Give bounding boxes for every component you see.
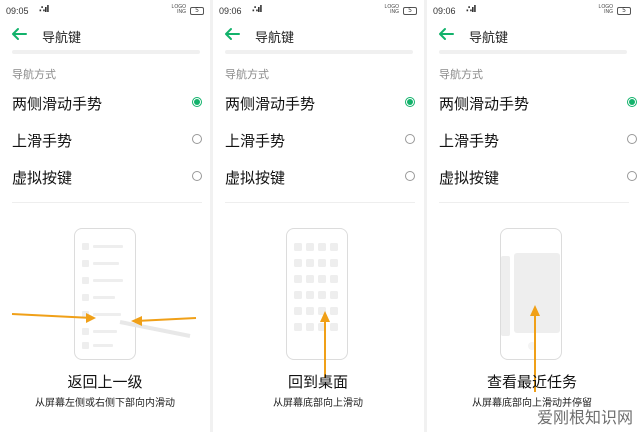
- app-icon-placeholder: [294, 259, 302, 267]
- gesture-title: 回到桌面: [287, 373, 348, 391]
- screen-panel-1: 09:05 ∴ıl LOGO ING 5 导航键 导航方式 两侧滑动手势 上滑手势…: [0, 0, 210, 432]
- gesture-description: 从屏幕左侧或右侧下部向内滑动: [35, 398, 175, 409]
- app-icon-placeholder: [306, 275, 314, 283]
- app-icon-placeholder: [294, 307, 302, 315]
- gesture-description: 从屏幕底部向上滑动: [273, 398, 363, 409]
- app-icon-placeholder: [294, 323, 302, 331]
- recents-gesture-illustration: [501, 253, 560, 392]
- app-icon-placeholder: [294, 291, 302, 299]
- app-icon-placeholder: [294, 243, 302, 251]
- app-icon-placeholder: [306, 243, 314, 251]
- app-icon-placeholder: [306, 323, 314, 331]
- app-icon-placeholder: [318, 291, 326, 299]
- app-icon-placeholder: [306, 259, 314, 267]
- app-icon-placeholder: [318, 275, 326, 283]
- watermark: 爱刚根知识网: [536, 408, 633, 427]
- app-icon-placeholder: [330, 259, 338, 267]
- app-icon-placeholder: [330, 243, 338, 251]
- app-icon-placeholder: [330, 323, 338, 331]
- app-icon-placeholder: [318, 243, 326, 251]
- app-icon-placeholder: [294, 275, 302, 283]
- screen-panel-3: 09:06 ∴ıl LOGO ING 5 导航键 导航方式 两侧滑动手势 上滑手势…: [427, 0, 637, 432]
- app-icon-placeholder: [330, 275, 338, 283]
- app-icon-placeholder: [318, 259, 326, 267]
- app-icon-placeholder: [306, 307, 314, 315]
- app-icon-placeholder: [330, 291, 338, 299]
- app-icon-placeholder: [330, 307, 338, 315]
- back-gesture-illustration: [11, 243, 197, 349]
- gesture-title: 查看最近任务: [486, 373, 577, 391]
- app-icon-placeholder: [306, 291, 314, 299]
- gesture-title: 返回上一级: [67, 373, 143, 391]
- home-gesture-illustration: [294, 243, 338, 378]
- screen-panel-2: 09:06 ∴ıl LOGO ING 5 导航键 导航方式 两侧滑动手势 上滑手势…: [213, 0, 423, 432]
